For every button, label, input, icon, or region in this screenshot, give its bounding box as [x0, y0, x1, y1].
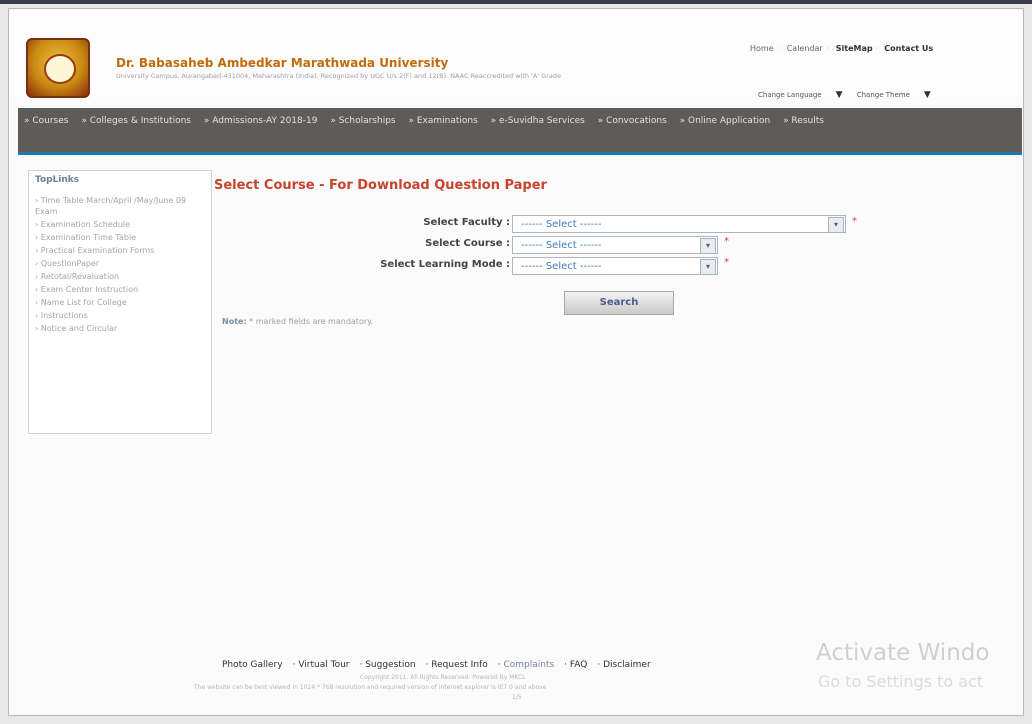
- disclaimer-link[interactable]: Disclaimer: [603, 660, 651, 670]
- settings-watermark: Go to Settings to act: [818, 672, 984, 691]
- required-marker: *: [852, 216, 857, 227]
- main-nav: » Courses » Colleges & Institutions » Ad…: [18, 108, 1022, 155]
- activate-windows-watermark: Activate Windo: [816, 640, 990, 666]
- nav-courses[interactable]: » Courses: [24, 116, 68, 126]
- chevron-down-icon[interactable]: ▾: [700, 238, 716, 254]
- calendar-link[interactable]: Calendar: [787, 44, 823, 53]
- course-label: Select Course :: [425, 238, 510, 249]
- required-marker: *: [724, 236, 729, 247]
- sidebar-item-instructions[interactable]: › Instructions: [35, 310, 207, 321]
- faculty-select-value: ------ Select ------: [521, 219, 602, 230]
- nav-colleges[interactable]: » Colleges & Institutions: [81, 116, 191, 126]
- learning-mode-select-value: ------ Select ------: [521, 261, 602, 272]
- faculty-select[interactable]: ------ Select ------ ▾: [512, 215, 846, 233]
- sidebar: TopLinks › Time Table March/April /May/J…: [28, 170, 212, 434]
- university-name: Dr. Babasaheb Ambedkar Marathwada Univer…: [116, 56, 449, 70]
- site-header: Dr. Babasaheb Ambedkar Marathwada Univer…: [10, 12, 1022, 100]
- sidebar-title: TopLinks: [35, 175, 80, 185]
- page-title: Select Course - For Download Question Pa…: [214, 178, 547, 193]
- nav-examinations[interactable]: » Examinations: [408, 116, 477, 126]
- sitemap-link[interactable]: SiteMap: [836, 44, 873, 53]
- complaints-link[interactable]: Complaints: [503, 660, 554, 670]
- course-select-value: ------ Select ------: [521, 240, 602, 251]
- faq-link[interactable]: FAQ: [570, 660, 587, 670]
- sidebar-item-exam-center[interactable]: › Exam Center Instruction: [35, 284, 207, 295]
- sidebar-item-question-paper[interactable]: › QuestionPaper: [35, 258, 207, 269]
- contact-us-link[interactable]: Contact Us: [884, 44, 933, 53]
- learning-mode-select[interactable]: ------ Select ------ ▾: [512, 257, 718, 275]
- top-links: Home · Calendar · SiteMap · Contact Us: [750, 44, 934, 53]
- note-text: * marked fields are mandatory.: [246, 317, 374, 326]
- photo-gallery-link[interactable]: Photo Gallery: [222, 660, 283, 670]
- request-info-link[interactable]: Request Info: [431, 660, 487, 670]
- preferences: Change Language ▼ Change Theme ▼: [758, 90, 943, 100]
- sidebar-item-retotal[interactable]: › Retotal/Revaluation: [35, 271, 207, 282]
- chevron-down-icon[interactable]: ▾: [828, 217, 844, 233]
- required-marker: *: [724, 257, 729, 268]
- home-link[interactable]: Home: [750, 44, 774, 53]
- sidebar-item-timetable-exam[interactable]: › Time Table March/April /May/June 09 Ex…: [35, 195, 207, 217]
- browser-note: The website can be best viewed in 1024 *…: [194, 684, 547, 691]
- note-label: Note:: [222, 317, 247, 326]
- language-dropdown-icon[interactable]: ▼: [836, 90, 843, 100]
- sidebar-item-name-list[interactable]: › Name List for College: [35, 297, 207, 308]
- nav-scholarships[interactable]: » Scholarships: [330, 116, 395, 126]
- nav-admissions[interactable]: » Admissions-AY 2018-19: [204, 116, 318, 126]
- chevron-down-icon[interactable]: ▾: [700, 259, 716, 275]
- virtual-tour-link[interactable]: Virtual Tour: [298, 660, 349, 670]
- university-logo-icon: [26, 38, 90, 98]
- search-button[interactable]: Search: [564, 291, 674, 315]
- learning-mode-label: Select Learning Mode :: [380, 259, 510, 270]
- theme-dropdown-icon[interactable]: ▼: [924, 90, 931, 100]
- university-subtitle: University Campus, Aurangabad-431004, Ma…: [116, 72, 561, 80]
- sidebar-item-exam-schedule[interactable]: › Examination Schedule: [35, 219, 207, 230]
- nav-results[interactable]: » Results: [783, 116, 824, 126]
- sidebar-item-notice[interactable]: › Notice and Circular: [35, 323, 207, 334]
- change-language-link[interactable]: Change Language: [758, 91, 822, 99]
- course-select[interactable]: ------ Select ------ ▾: [512, 236, 718, 254]
- nav-convocations[interactable]: » Convocations: [598, 116, 667, 126]
- nav-e-suvidha[interactable]: » e-Suvidha Services: [491, 116, 585, 126]
- suggestion-link[interactable]: Suggestion: [365, 660, 415, 670]
- top-border: [0, 0, 1032, 4]
- visit-counter: 1/5: [512, 694, 522, 701]
- copyright: Copyright 2011. All Rights Reserved. Pow…: [360, 674, 526, 681]
- nav-online-application[interactable]: » Online Application: [680, 116, 771, 126]
- sidebar-item-practical-forms[interactable]: › Practical Examination Forms: [35, 245, 207, 256]
- footer-links: Photo Gallery · Virtual Tour · Suggestion ·…: [222, 660, 651, 670]
- mandatory-note: Note: * marked fields are mandatory.: [222, 317, 373, 326]
- faculty-label: Select Faculty :: [423, 217, 510, 228]
- sidebar-item-exam-timetable[interactable]: › Examination Time Table: [35, 232, 207, 243]
- change-theme-link[interactable]: Change Theme: [857, 91, 910, 99]
